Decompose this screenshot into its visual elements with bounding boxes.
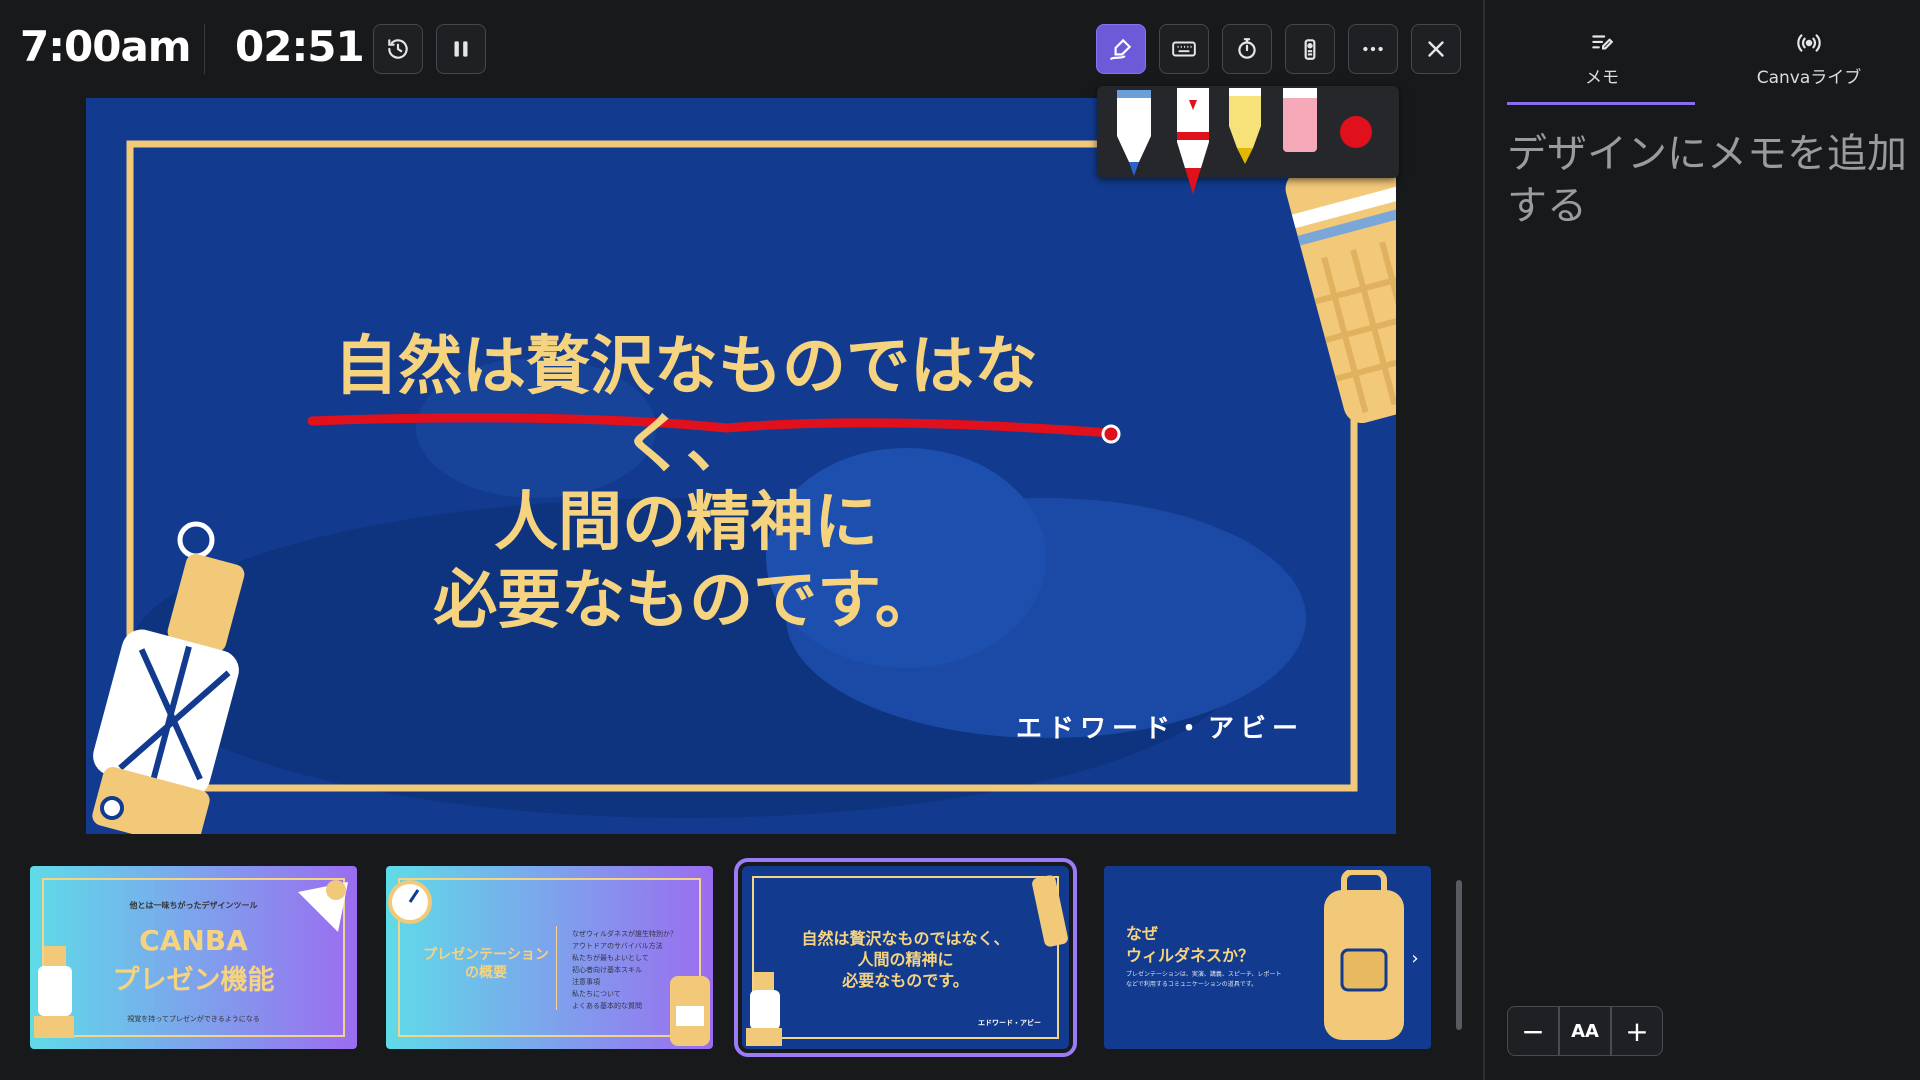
pause-button[interactable] bbox=[436, 24, 486, 74]
thumbnail-scroll-edge bbox=[1456, 880, 1462, 1030]
remote-icon bbox=[1304, 39, 1316, 60]
increase-font-button[interactable]: + bbox=[1611, 1006, 1663, 1056]
notes-font-size-controls: − AA + bbox=[1507, 1006, 1663, 1056]
close-icon bbox=[1428, 41, 1444, 57]
reset-timer-button[interactable] bbox=[373, 24, 423, 74]
broadcast-icon bbox=[1797, 34, 1821, 52]
pause-icon bbox=[454, 41, 468, 57]
notes-panel: メモ Canvaライブ デザインにメモを追加 する − AA + bbox=[1485, 0, 1920, 1080]
slide-thumbnail-2[interactable]: プレゼンテーション の概要 なぜウィルダネスが誰生特別か？ アウトドアのサバイバ… bbox=[386, 866, 713, 1049]
thumbnails-next-arrow[interactable]: › bbox=[1404, 942, 1426, 976]
slide-thumbnail-1[interactable]: 他とは一味ちがったデザインツール CANBA プレゼン機能 視覚を持ってプレゼン… bbox=[30, 866, 357, 1049]
current-time: 7:00am bbox=[20, 22, 192, 71]
pen-tray bbox=[1097, 86, 1399, 194]
presenter-toolbar: 7:00am 02:51 bbox=[0, 0, 1483, 100]
quote-line-3: 必要なものです。 bbox=[433, 563, 939, 638]
history-icon bbox=[388, 39, 408, 59]
current-slide[interactable]: 自然は贅沢なものではなく、 人間の精神に 必要なものです。 エドワード・アビー bbox=[86, 98, 1396, 834]
more-icon bbox=[1363, 46, 1383, 52]
font-size-button[interactable]: AA bbox=[1559, 1006, 1611, 1056]
decrease-font-button[interactable]: − bbox=[1507, 1006, 1559, 1056]
slide-quote: 自然は贅沢なものではなく、 人間の精神に 必要なものです。 bbox=[296, 328, 1076, 640]
slide-thumbnail-3[interactable]: 自然は贅沢なものではなく、 人間の精神に 必要なものです。 エドワード・アビー bbox=[734, 858, 1077, 1057]
active-tab-indicator bbox=[1507, 102, 1695, 105]
close-presenter-button[interactable] bbox=[1411, 24, 1461, 74]
stopwatch-icon bbox=[1238, 38, 1256, 59]
timer-button[interactable] bbox=[1222, 24, 1272, 74]
eraser-tool[interactable] bbox=[1283, 88, 1317, 152]
more-options-button[interactable] bbox=[1348, 24, 1398, 74]
color-swatch-red[interactable] bbox=[1340, 116, 1372, 148]
remote-control-button[interactable] bbox=[1285, 24, 1335, 74]
elapsed-timer: 02:51 bbox=[235, 22, 365, 71]
draw-icon bbox=[1110, 38, 1132, 60]
toolbar-divider bbox=[204, 24, 205, 74]
notes-icon bbox=[1592, 35, 1614, 50]
notes-textarea[interactable]: デザインにメモを追加 する bbox=[1507, 128, 1920, 232]
keyboard-shortcuts-button[interactable] bbox=[1159, 24, 1209, 74]
draw-tool-button[interactable] bbox=[1096, 24, 1146, 74]
keyboard-icon bbox=[1172, 41, 1196, 57]
quote-author: エドワード・アビー bbox=[1016, 714, 1305, 744]
blue-pen-tool[interactable] bbox=[1117, 90, 1151, 176]
slide-thumbnail-4[interactable]: なぜ ウィルダネスか？ プレゼンテーションは、実演、講義、スピーチ、レポートなど… bbox=[1104, 866, 1431, 1049]
quote-line-1: 自然は贅沢なものではなく、 bbox=[334, 329, 1038, 482]
slide-thumbnails: 他とは一味ちがったデザインツール CANBA プレゼン機能 視覚を持ってプレゼン… bbox=[28, 858, 1468, 1060]
quote-line-2: 人間の精神に bbox=[494, 485, 878, 560]
tab-notes[interactable]: メモ bbox=[1507, 30, 1697, 88]
tab-canva-live[interactable]: Canvaライブ bbox=[1714, 30, 1904, 88]
red-marker-tool[interactable] bbox=[1177, 88, 1209, 194]
yellow-highlighter-tool[interactable] bbox=[1229, 88, 1261, 164]
